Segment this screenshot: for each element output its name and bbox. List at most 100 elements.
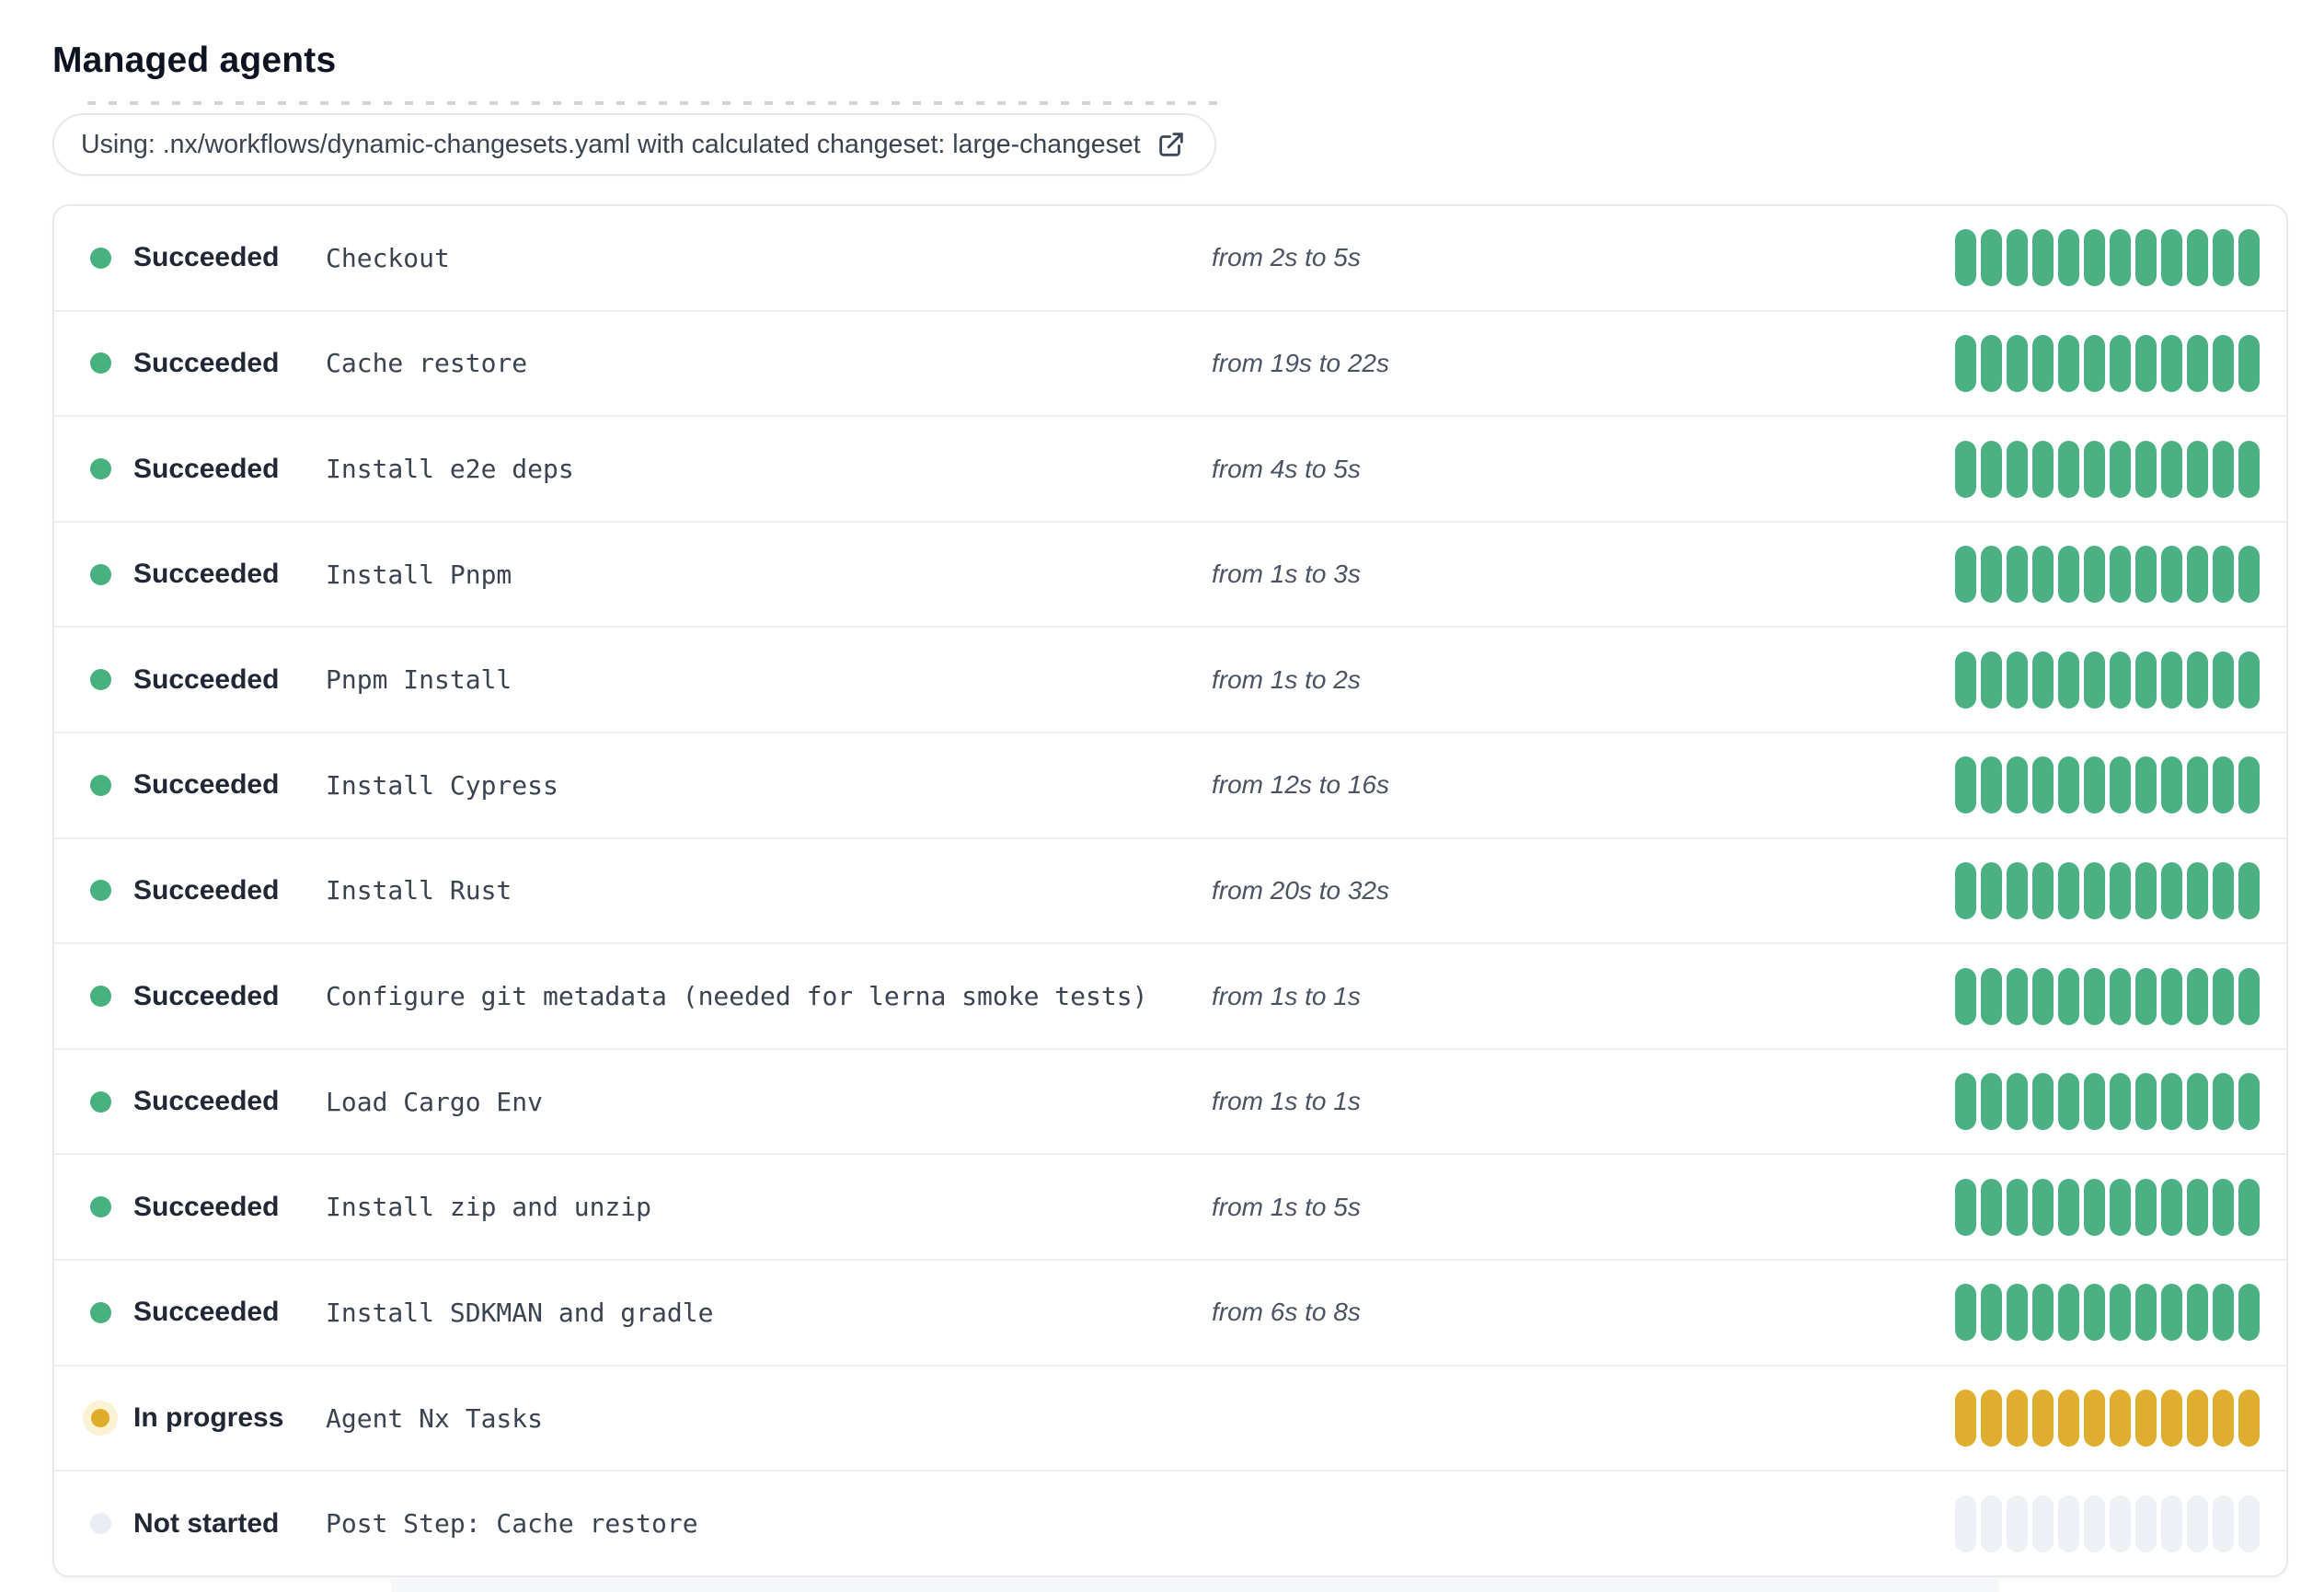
progress-segment	[1981, 651, 2002, 709]
step-duration-cell: from 20s to 32s	[1212, 876, 1955, 906]
status-label: Succeeded	[133, 242, 280, 273]
progress-segment	[2135, 1073, 2157, 1131]
step-duration-cell: from 1s to 2s	[1212, 665, 1955, 695]
agent-step-row[interactable]: Succeeded Cache restore from 19s to 22s	[54, 311, 2286, 418]
progress-segments	[1955, 1390, 2286, 1447]
progress-segment	[2135, 229, 2157, 287]
status-cell: In progress	[54, 1401, 326, 1436]
step-duration: from 4s to 5s	[1212, 454, 1361, 483]
progress-segment	[2032, 1494, 2054, 1552]
progress-segment	[2032, 967, 2054, 1025]
progress-segment	[2161, 1073, 2182, 1131]
workflow-banner-link[interactable]: Using: .nx/workflows/dynamic-changesets.…	[52, 113, 1216, 176]
step-name: Install Pnpm	[326, 559, 512, 590]
progress-segment	[2213, 651, 2234, 709]
agent-step-row[interactable]: Succeeded Install zip and unzip from 1s …	[54, 1155, 2286, 1262]
status-dot	[83, 1190, 118, 1225]
progress-segments	[1955, 334, 2286, 392]
step-name-cell: Install Rust	[326, 875, 1212, 906]
agent-step-row[interactable]: Succeeded Install SDKMAN and gradle from…	[54, 1261, 2286, 1367]
status-dot	[83, 557, 118, 592]
agent-step-row[interactable]: In progress Agent Nx Tasks	[54, 1366, 2286, 1472]
step-name: Post Step: Cache restore	[326, 1508, 698, 1540]
step-duration-cell: from 4s to 5s	[1212, 455, 1955, 484]
progress-segment	[2187, 1073, 2208, 1131]
step-duration-cell: from 6s to 8s	[1212, 1298, 1955, 1327]
agent-step-row[interactable]: Succeeded Install Rust from 20s to 32s	[54, 838, 2286, 945]
progress-segment	[2007, 651, 2028, 709]
status-cell: Succeeded	[54, 1295, 326, 1330]
agent-step-row[interactable]: Succeeded Pnpm Install from 1s to 2s	[54, 628, 2286, 734]
progress-segment	[2187, 440, 2208, 498]
progress-segment	[1981, 756, 2002, 814]
progress-segments	[1955, 756, 2286, 814]
status-cell: Succeeded	[54, 979, 326, 1014]
step-duration: from 1s to 1s	[1212, 981, 1361, 1010]
progress-segment	[2135, 440, 2157, 498]
progress-segment	[2110, 229, 2131, 287]
progress-segment	[2058, 1390, 2079, 1447]
progress-segment	[2058, 1073, 2079, 1131]
progress-segment	[2007, 1284, 2028, 1342]
step-duration-cell: from 1s to 3s	[1212, 560, 1955, 589]
progress-segment	[2084, 334, 2105, 392]
progress-segment	[1981, 440, 2002, 498]
status-dot	[83, 979, 118, 1014]
progress-segment	[2135, 756, 2157, 814]
progress-segment	[2110, 1073, 2131, 1131]
progress-segment	[2238, 1494, 2260, 1552]
step-name-cell: Agent Nx Tasks	[326, 1403, 1212, 1434]
step-duration-cell: from 1s to 1s	[1212, 1087, 1955, 1116]
progress-segment	[2187, 1284, 2208, 1342]
status-cell: Not started	[54, 1506, 326, 1541]
progress-segment	[2213, 756, 2234, 814]
progress-segment	[2110, 440, 2131, 498]
agent-step-row[interactable]: Succeeded Install Pnpm from 1s to 3s	[54, 522, 2286, 629]
progress-segment	[2110, 1178, 2131, 1236]
status-dot	[83, 1084, 118, 1119]
step-duration: from 1s to 2s	[1212, 664, 1361, 694]
progress-segment	[2213, 1284, 2234, 1342]
progress-segment	[2032, 1284, 2054, 1342]
status-cell: Succeeded	[54, 557, 326, 592]
status-cell: Succeeded	[54, 663, 326, 698]
step-name: Checkout	[326, 242, 450, 273]
agent-step-row[interactable]: Not started Post Step: Cache restore	[54, 1471, 2286, 1575]
progress-segment	[1981, 229, 2002, 287]
progress-segment	[1981, 967, 2002, 1025]
progress-segment	[2187, 861, 2208, 919]
agent-step-row[interactable]: Succeeded Load Cargo Env from 1s to 1s	[54, 1049, 2286, 1156]
agent-step-row[interactable]: Succeeded Configure git metadata (needed…	[54, 944, 2286, 1050]
progress-segment	[2084, 229, 2105, 287]
progress-segment	[1955, 651, 1976, 709]
progress-segment	[1955, 967, 1976, 1025]
progress-segment	[2238, 861, 2260, 919]
progress-segment	[2161, 651, 2182, 709]
agent-step-row[interactable]: Succeeded Checkout from 2s to 5s	[54, 206, 2286, 312]
step-name: Cache restore	[326, 348, 528, 379]
progress-segment	[2058, 440, 2079, 498]
progress-segment	[2238, 546, 2260, 604]
step-name-cell: Configure git metadata (needed for lerna…	[326, 981, 1212, 1011]
progress-segment	[2187, 756, 2208, 814]
agent-step-row[interactable]: Succeeded Install Cypress from 12s to 16…	[54, 733, 2286, 839]
progress-segment	[2032, 756, 2054, 814]
progress-segment	[2084, 1073, 2105, 1131]
managed-agents-page: Managed agents Using: .nx/workflows/dyna…	[0, 0, 2324, 1592]
progress-segment	[2238, 440, 2260, 498]
progress-segment	[2213, 967, 2234, 1025]
progress-segment	[2135, 1178, 2157, 1236]
status-label: Not started	[133, 1507, 280, 1539]
step-name-cell: Pnpm Install	[326, 664, 1212, 695]
progress-segment	[1955, 440, 1976, 498]
progress-segment	[2238, 334, 2260, 392]
progress-segment	[2135, 546, 2157, 604]
step-name: Configure git metadata (needed for lerna…	[326, 981, 1148, 1012]
step-duration-cell: from 2s to 5s	[1212, 243, 1955, 272]
step-name-cell: Install SDKMAN and gradle	[326, 1298, 1212, 1328]
step-name: Install zip and unzip	[326, 1192, 652, 1223]
progress-segment	[2032, 1390, 2054, 1447]
agent-step-row[interactable]: Succeeded Install e2e deps from 4s to 5s	[54, 417, 2286, 523]
external-link-icon	[1156, 129, 1187, 160]
progress-segment	[2084, 756, 2105, 814]
